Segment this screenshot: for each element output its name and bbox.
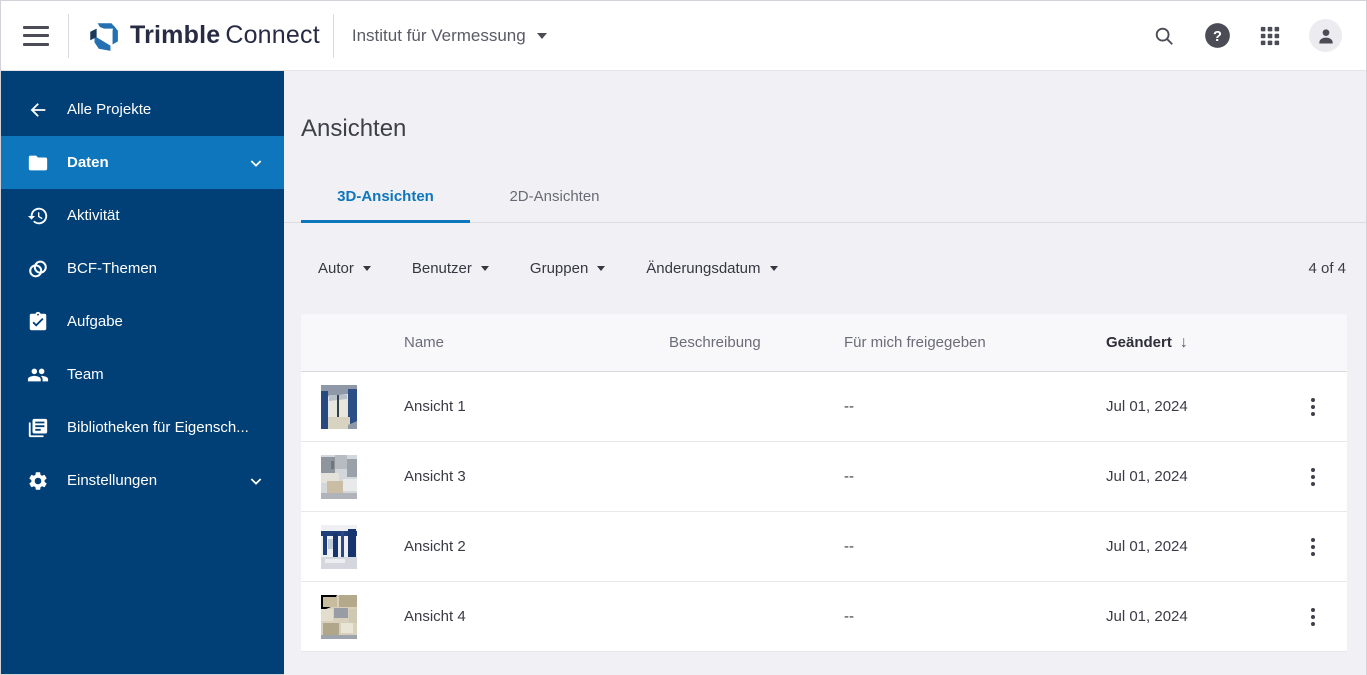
view-shared: -- xyxy=(844,608,854,625)
filter-label: Benutzer xyxy=(411,260,472,277)
chevron-down-icon xyxy=(480,266,489,271)
search-icon[interactable] xyxy=(1150,22,1178,50)
sidebar-item-label: Alle Projekte xyxy=(67,101,152,118)
chevron-down-icon xyxy=(769,266,778,271)
sort-desc-icon: ↓ xyxy=(1179,333,1188,351)
column-header-label: Geändert xyxy=(1106,334,1172,351)
user-avatar[interactable] xyxy=(1309,19,1342,52)
arrow-left-icon xyxy=(27,99,49,121)
tab-bar: 3D-Ansichten 2D-Ansichten xyxy=(284,172,1366,223)
filter-label: Autor xyxy=(318,260,354,277)
chevron-down-icon xyxy=(248,155,264,171)
view-thumbnail xyxy=(321,524,357,569)
brand-light: Connect xyxy=(225,21,320,49)
column-header-beschreibung[interactable]: Beschreibung xyxy=(669,334,844,351)
filter-label: Gruppen xyxy=(529,260,589,277)
views-table: Name Beschreibung Für mich freigegeben G… xyxy=(301,314,1347,652)
sidebar-item-einstellungen[interactable]: Einstellungen xyxy=(1,454,284,507)
main-content: Ansichten 3D-Ansichten 2D-Ansichten Auto… xyxy=(284,71,1366,675)
table-row[interactable]: Ansicht 1 -- Jul 01, 2024 xyxy=(301,372,1347,442)
sidebar-item-label: Bibliotheken für Eigensch... xyxy=(67,419,249,436)
help-icon[interactable]: ? xyxy=(1203,22,1231,50)
view-thumbnail xyxy=(321,384,357,429)
sidebar-item-bibliotheken[interactable]: Bibliotheken für Eigensch... xyxy=(1,401,284,454)
chevron-down-icon xyxy=(362,266,371,271)
brand-name: Trimble Connect xyxy=(130,21,320,50)
library-icon xyxy=(27,417,49,439)
sidebar-item-label: Einstellungen xyxy=(67,472,158,489)
row-menu-button[interactable] xyxy=(1299,530,1327,564)
view-name: Ansicht 2 xyxy=(404,538,466,555)
filter-toolbar: Autor Benutzer Gruppen Änderungsdatum 4 … xyxy=(284,223,1366,314)
clipboard-check-icon xyxy=(27,311,49,333)
sidebar-item-bcf-themen[interactable]: BCF-Themen xyxy=(1,242,284,295)
tab-3d-ansichten[interactable]: 3D-Ansichten xyxy=(301,172,470,223)
chevron-down-icon xyxy=(248,473,264,489)
view-name: Ansicht 1 xyxy=(404,398,466,415)
sidebar-item-label: Team xyxy=(67,366,104,383)
sidebar-item-label: Aufgabe xyxy=(67,313,123,330)
chevron-down-icon xyxy=(597,266,606,271)
view-shared: -- xyxy=(844,538,854,555)
sidebar-item-label: Aktivität xyxy=(67,207,120,224)
result-count: 4 of 4 xyxy=(1308,260,1346,277)
header-actions: ? xyxy=(1150,19,1366,52)
sidebar-item-label: Daten xyxy=(67,154,109,171)
view-thumbnail xyxy=(321,594,357,639)
filter-gruppen[interactable]: Gruppen xyxy=(529,260,606,277)
sidebar-item-aufgabe[interactable]: Aufgabe xyxy=(1,295,284,348)
column-header-name[interactable]: Name xyxy=(404,334,669,351)
view-name: Ansicht 3 xyxy=(404,468,466,485)
chevron-down-icon xyxy=(536,32,547,39)
header-divider xyxy=(332,13,334,58)
tab-2d-ansichten[interactable]: 2D-Ansichten xyxy=(470,172,639,223)
filter-benutzer[interactable]: Benutzer xyxy=(412,260,489,277)
sidebar-item-team[interactable]: Team xyxy=(1,348,284,401)
row-menu-button[interactable] xyxy=(1299,460,1327,494)
folder-icon xyxy=(27,152,49,174)
view-modified: Jul 01, 2024 xyxy=(1106,608,1188,625)
filters: Autor Benutzer Gruppen Änderungsdatum xyxy=(318,260,778,277)
gear-icon xyxy=(27,470,49,492)
view-shared: -- xyxy=(844,468,854,485)
view-shared: -- xyxy=(844,398,854,415)
sidebar-item-label: BCF-Themen xyxy=(67,260,158,277)
row-menu-button[interactable] xyxy=(1299,600,1327,634)
filter-label: Änderungsdatum xyxy=(646,260,761,277)
apps-grid-icon[interactable] xyxy=(1256,22,1284,50)
row-menu-button[interactable] xyxy=(1299,390,1327,424)
column-header-freigegeben[interactable]: Für mich freigegeben xyxy=(844,334,1106,351)
view-modified: Jul 01, 2024 xyxy=(1106,468,1188,485)
sidebar-item-daten[interactable]: Daten xyxy=(1,136,284,189)
bcf-rings-icon xyxy=(27,258,49,280)
history-icon xyxy=(27,205,49,227)
project-selector-dropdown[interactable]: Institut für Vermessung xyxy=(352,26,547,46)
trimble-logo-icon xyxy=(90,22,118,51)
view-name: Ansicht 4 xyxy=(404,608,466,625)
header-divider xyxy=(68,13,69,58)
sidebar-item-alle-projekte[interactable]: Alle Projekte xyxy=(1,83,284,136)
view-modified: Jul 01, 2024 xyxy=(1106,538,1188,555)
top-header: Trimble Connect Institut für Vermessung ? xyxy=(1,1,1366,71)
brand-bold: Trimble xyxy=(130,21,221,49)
menu-icon[interactable] xyxy=(23,25,49,46)
table-row[interactable]: Ansicht 3 -- Jul 01, 2024 xyxy=(301,442,1347,512)
filter-aenderungsdatum[interactable]: Änderungsdatum xyxy=(646,260,778,277)
people-icon xyxy=(27,364,49,386)
sidebar-nav: Alle Projekte Daten Aktivität BCF-Themen… xyxy=(1,71,284,674)
view-modified: Jul 01, 2024 xyxy=(1106,398,1188,415)
column-header-geaendert[interactable]: Geändert ↓ xyxy=(1106,334,1299,352)
filter-autor[interactable]: Autor xyxy=(318,260,371,277)
table-header-row: Name Beschreibung Für mich freigegeben G… xyxy=(301,314,1347,372)
page-title: Ansichten xyxy=(301,115,407,142)
svg-text:?: ? xyxy=(1213,29,1222,45)
sidebar-item-aktivitaet[interactable]: Aktivität xyxy=(1,189,284,242)
view-thumbnail xyxy=(321,454,357,499)
table-row[interactable]: Ansicht 2 -- Jul 01, 2024 xyxy=(301,512,1347,582)
project-name: Institut für Vermessung xyxy=(351,25,526,45)
table-row[interactable]: Ansicht 4 -- Jul 01, 2024 xyxy=(301,582,1347,652)
